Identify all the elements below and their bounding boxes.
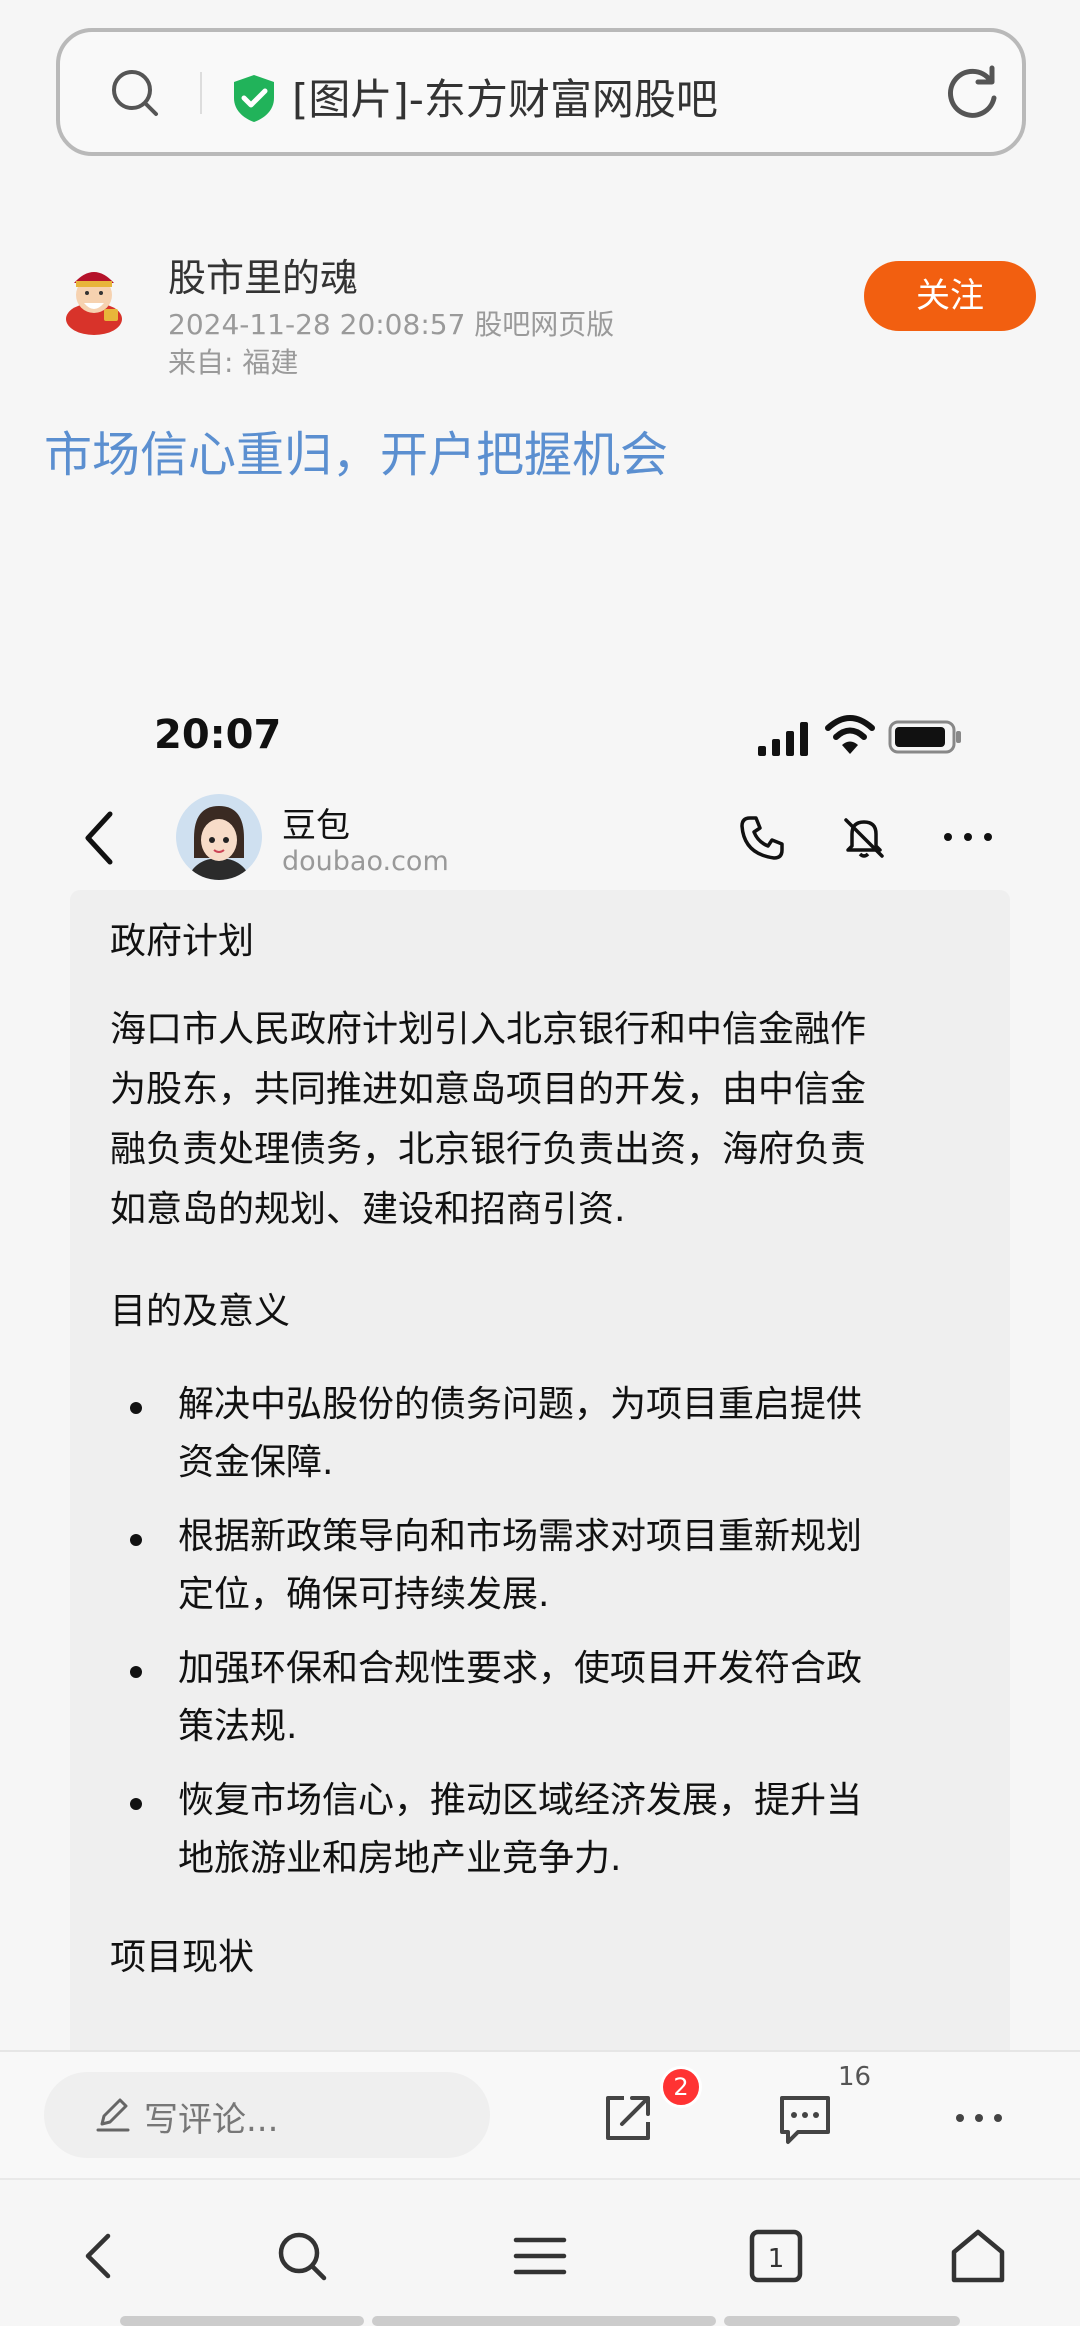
phone-icon[interactable] — [736, 812, 788, 864]
paragraph-line: 海口市人民政府计划引入北京银行和中信金融作 — [110, 1009, 867, 1050]
address-divider — [200, 72, 202, 114]
paragraph-line: 为股东，共同推进如意岛项目的开发，由中信金 — [110, 1069, 867, 1110]
share-badge: 2 — [660, 2066, 702, 2108]
bullet-line: 解决中弘股份的债务问题，为项目重启提供 — [178, 1384, 863, 1425]
tabs-icon[interactable]: 1 — [746, 2226, 806, 2286]
bullet-line: 地旅游业和房地产业竞争力. — [178, 1838, 622, 1879]
post-header: 股市里的魂 2024-11-28 20:08:57 股吧网页版 来自: 福建 关… — [0, 195, 1080, 700]
status-time: 20:07 — [154, 712, 282, 758]
more-icon[interactable] — [954, 2110, 1004, 2126]
author-name[interactable]: 股市里的魂 — [168, 247, 358, 302]
paragraph-line: 如意岛的规划、建设和招商引资. — [110, 1189, 626, 1230]
section-heading: 目的及意义 — [110, 1291, 291, 1332]
menu-icon[interactable] — [510, 2226, 570, 2286]
back-icon[interactable] — [80, 808, 120, 868]
follow-button[interactable]: 关注 — [864, 261, 1036, 331]
gesture-bar-segment — [372, 2316, 716, 2326]
bullet-line: 资金保障. — [178, 1442, 334, 1483]
section-heading: 政府计划 — [110, 921, 255, 962]
gesture-bar-segment — [120, 2316, 364, 2326]
signal-icon — [758, 722, 808, 756]
shield-check-icon — [234, 75, 274, 122]
author-avatar[interactable] — [54, 257, 134, 337]
mute-icon[interactable] — [838, 812, 890, 864]
wifi-icon — [825, 715, 875, 754]
bullet-line: 加强环保和合规性要求，使项目开发符合政 — [178, 1648, 863, 1689]
embedded-screenshot: 20:07 豆包 doubao.com 政府计划 海口市人民政府计划引入北京银行… — [0, 700, 1080, 2070]
paragraph-line: 融负责处理债务，北京银行负责出资，海府负责 — [110, 1129, 867, 1170]
bullet-dot — [130, 1402, 142, 1414]
chat-avatar[interactable] — [176, 794, 262, 880]
tabs-count: 1 — [768, 2244, 785, 2274]
address-bar[interactable]: [图片]-东方财富网股吧 — [56, 28, 1026, 156]
search-icon[interactable] — [272, 2226, 332, 2286]
bullet-dot — [130, 1798, 142, 1810]
bullet-dot — [130, 1666, 142, 1678]
section-heading: 项目现状 — [110, 1937, 255, 1978]
back-icon[interactable] — [70, 2226, 130, 2286]
home-icon[interactable] — [948, 2226, 1008, 2286]
pen-icon — [96, 2098, 130, 2132]
address-text[interactable]: [图片]-东方财富网股吧 — [292, 66, 718, 127]
comment-placeholder: 写评论... — [144, 2100, 279, 2140]
bottom-nav: 1 — [0, 2178, 1080, 2326]
post-meta: 2024-11-28 20:08:57 股吧网页版 — [168, 308, 615, 341]
bullet-line: 策法规. — [178, 1706, 298, 1747]
chat-domain: doubao.com — [282, 846, 449, 877]
bullet-line: 恢复市场信心，推动区域经济发展，提升当 — [178, 1780, 863, 1821]
browser-address-area: [图片]-东方财富网股吧 — [0, 0, 1080, 195]
search-icon[interactable] — [104, 62, 168, 126]
comment-count: 16 — [838, 2062, 872, 2092]
message-bubble: 政府计划 海口市人民政府计划引入北京银行和中信金融作 为股东，共同推进如意岛项目… — [70, 890, 1010, 2070]
assistant-avatar-image — [176, 794, 262, 880]
bullet-dot — [130, 1534, 142, 1546]
bullet-line: 根据新政策导向和市场需求对项目重新规划 — [178, 1516, 863, 1557]
post-title: 市场信心重归，开户把握机会 — [44, 427, 669, 483]
reload-icon[interactable] — [940, 60, 1006, 126]
post-location: 来自: 福建 — [168, 346, 299, 379]
comment-input[interactable]: 写评论... — [44, 2072, 490, 2158]
bullet-line: 定位，确保可持续发展. — [178, 1574, 550, 1615]
more-icon[interactable] — [940, 822, 996, 852]
comment-icon[interactable] — [776, 2092, 834, 2148]
chat-name: 豆包 — [282, 806, 350, 846]
comment-bar: 写评论... 2 16 — [0, 2050, 1080, 2178]
share-icon[interactable] — [600, 2090, 656, 2146]
gesture-bar-segment — [724, 2316, 960, 2326]
battery-icon — [888, 720, 961, 754]
